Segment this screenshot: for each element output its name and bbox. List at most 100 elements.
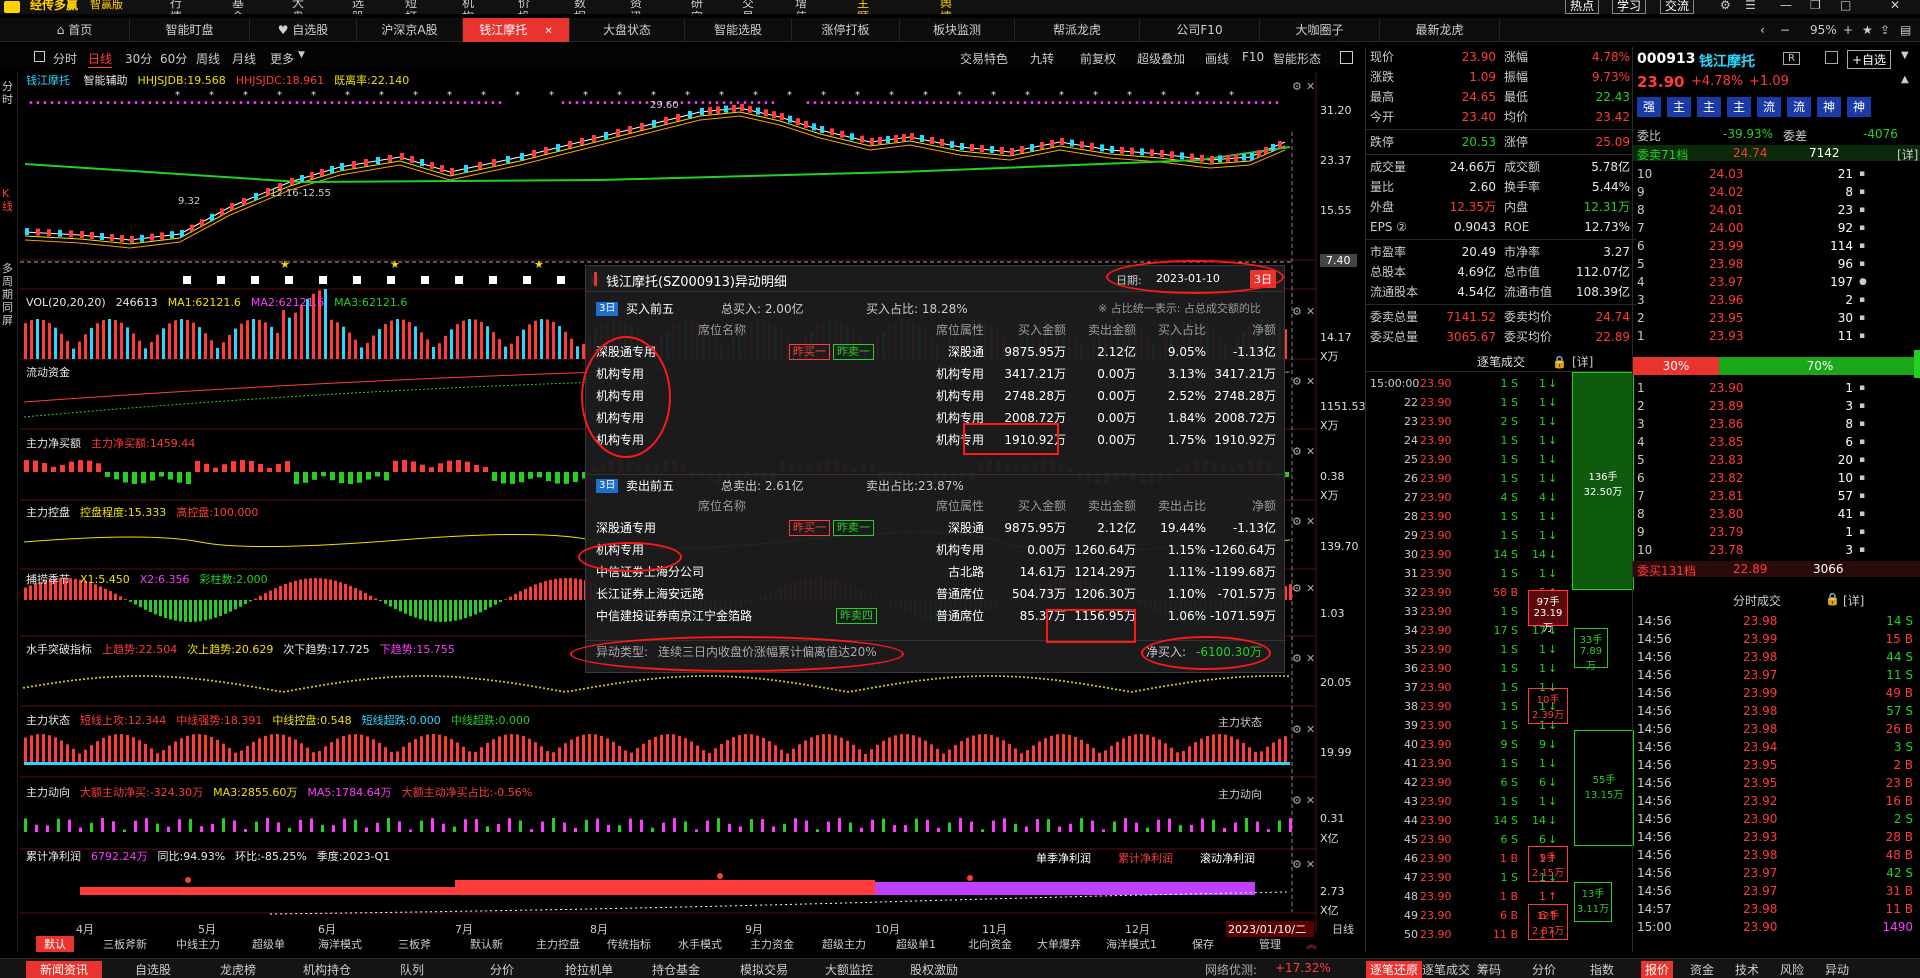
seat-row[interactable]: 机构专用 机构专用 2008.72万 0.00万 1.84% 2008.72万	[586, 407, 1286, 429]
template-tab-9[interactable]: 水手模式	[678, 936, 722, 952]
panel-tab-6[interactable]: 资金	[1690, 961, 1714, 978]
seat-row[interactable]: 机构专用 机构专用 3417.21万 0.00万 3.13% 3417.21万	[586, 363, 1286, 385]
pane-close-icon[interactable]: ✕	[1306, 445, 1315, 458]
tick-cluster-block[interactable]: 136手 32.50万	[1572, 372, 1634, 590]
menu-learn-button[interactable]: 学习	[1612, 0, 1647, 14]
strength-tag[interactable]: 神	[1847, 97, 1871, 117]
tab-0[interactable]: ⌂ 首页	[20, 18, 130, 42]
menu-exchange-button[interactable]: 交流	[1660, 0, 1695, 14]
panel-tab-7[interactable]: 技术	[1735, 961, 1759, 978]
zoom-minus-icon[interactable]: −	[1780, 23, 1790, 37]
template-tab-4[interactable]: 海洋模式	[318, 936, 362, 952]
chevron-up-icon[interactable]: ︽	[1306, 936, 1317, 952]
seat-row[interactable]: 机构专用 机构专用 2748.28万 0.00万 2.52% 2748.28万	[586, 385, 1286, 407]
strength-tag[interactable]: 流	[1787, 97, 1811, 117]
window-icon[interactable]	[1825, 51, 1838, 64]
seat-row[interactable]: 深股通专用 昨买一 昨卖一 深股通 9875.95万 2.12亿 9.05% -1.13亿	[586, 341, 1286, 363]
tab-3[interactable]: 沪深京A股	[357, 18, 463, 42]
pane-settings-icon[interactable]: ⚙	[1292, 582, 1302, 595]
template-tab-5[interactable]: 三板斧	[398, 936, 431, 952]
menu-item-13[interactable]: 舆情猎手	[940, 0, 952, 14]
status-tab-3[interactable]: 机构持仓	[303, 961, 351, 978]
status-tab-0[interactable]: 新闻资讯	[26, 961, 103, 978]
pane-close-icon[interactable]: ✕	[1306, 305, 1315, 318]
menu-item-7[interactable]: 数据	[574, 0, 586, 14]
menu-item-0[interactable]: 行情	[170, 0, 182, 14]
layout-icon[interactable]: ▤	[1900, 23, 1911, 37]
tab-7[interactable]: 涨停打板	[792, 18, 900, 42]
template-tab-10[interactable]: 主力资金	[750, 936, 794, 952]
lock-icon[interactable]: 🔒	[1825, 592, 1840, 606]
status-tab-10[interactable]: 股权激励	[910, 961, 958, 978]
book-scrollbar[interactable]	[1914, 350, 1920, 378]
panel-tab-2[interactable]: 筹码	[1477, 961, 1501, 978]
tab-4[interactable]: 钱江摩托 ✕	[463, 18, 570, 42]
ask-row[interactable]: 6 23.99 114 ▪	[1633, 237, 1920, 255]
template-tab-7[interactable]: 主力控盘	[536, 936, 580, 952]
period-minute[interactable]: 分时	[53, 50, 77, 67]
template-tab-11[interactable]: 超级主力	[822, 936, 866, 952]
f10-button[interactable]: F10	[1242, 50, 1264, 64]
seat-row[interactable]: 中信建投证券南京江宁金箔路 昨卖四 普通席位 85.37万 1156.95万 1.06% -…	[586, 605, 1286, 627]
tab-5[interactable]: 大盘状态	[570, 18, 685, 42]
pane-settings-icon[interactable]: ⚙	[1292, 515, 1302, 528]
pane-close-icon[interactable]: ✕	[1306, 652, 1315, 665]
status-tab-8[interactable]: 模拟交易	[740, 961, 788, 978]
tab-12[interactable]: 最新龙虎	[1380, 18, 1500, 42]
star-icon[interactable]: ★	[1862, 23, 1873, 37]
pane-close-icon[interactable]: ✕	[1306, 858, 1315, 871]
pane-settings-icon[interactable]: ⚙	[1292, 80, 1302, 93]
period-month[interactable]: 月线	[232, 50, 256, 67]
tick-cluster-block[interactable]: 12手 2.87万	[1528, 904, 1568, 940]
ask-row[interactable]: 10 24.03 21 ▪	[1633, 165, 1920, 183]
minimize-icon[interactable]: —	[1780, 0, 1792, 12]
profit-mode-button-0[interactable]: 单季净利润	[1036, 850, 1091, 866]
panel-toggle-icon[interactable]	[34, 51, 45, 62]
menu-item-8[interactable]: 资讯	[630, 0, 642, 14]
tab-2[interactable]: ♥ 自选股	[250, 18, 357, 42]
tab-9[interactable]: 帮派龙虎	[1015, 18, 1140, 42]
template-tab-14[interactable]: 大单爆弃	[1037, 936, 1081, 952]
pane-close-icon[interactable]: ✕	[1306, 794, 1315, 807]
seat-row[interactable]: 机构专用 机构专用 0.00万 1260.64万 1.15% -1260.64万	[586, 539, 1286, 561]
seat-history-badge[interactable]: 昨卖四	[836, 608, 877, 624]
status-tab-2[interactable]: 龙虎榜	[220, 961, 256, 978]
pane-settings-icon[interactable]: ⚙	[1292, 794, 1302, 807]
menu-item-12[interactable]: 主题猎手	[857, 0, 869, 14]
template-tab-13[interactable]: 北向资金	[968, 936, 1012, 952]
chevron-left-icon[interactable]: ‹	[1760, 23, 1765, 37]
status-tab-4[interactable]: 队列	[400, 961, 424, 978]
tick-cluster-block[interactable]: 13手 3.11万	[1574, 882, 1612, 922]
menu-item-11[interactable]: 增值	[795, 0, 807, 14]
pane-settings-icon[interactable]: ⚙	[1292, 652, 1302, 665]
bid-row[interactable]: 3 23.86 8 ▪	[1633, 415, 1920, 433]
seat-history-badge[interactable]: 昨买一	[789, 344, 830, 360]
template-tab-1[interactable]: 三板斧新	[103, 936, 147, 952]
template-tab-8[interactable]: 传统指标	[607, 936, 651, 952]
menu-item-2[interactable]: 大盘	[292, 0, 304, 14]
ask-row[interactable]: 3 23.96 2 ▪	[1633, 291, 1920, 309]
template-tab-17[interactable]: 管理	[1259, 936, 1281, 952]
seat-row[interactable]: 深股通专用 昨买一 昨卖一 深股通 9875.95万 2.12亿 19.44% -1.13亿	[586, 517, 1286, 539]
menu-item-10[interactable]: 交易	[742, 0, 754, 14]
settings-icon[interactable]: ⚙	[1720, 0, 1731, 12]
tab-6[interactable]: 智能选股	[685, 18, 792, 42]
ask-row[interactable]: 9 24.02 8 ▪	[1633, 183, 1920, 201]
ask-detail-link[interactable]: [详]	[1897, 146, 1918, 163]
period-60m[interactable]: 60分	[160, 50, 187, 67]
minute-detail-link[interactable]: [详]	[1843, 592, 1864, 609]
template-tab-2[interactable]: 中线主力	[176, 936, 220, 952]
ask-row[interactable]: 1 23.93 11 ▪	[1633, 327, 1920, 345]
skin-icon[interactable]: ☰	[1745, 0, 1756, 12]
panel-tab-1[interactable]: 逐笔成交	[1422, 961, 1470, 978]
pane-close-icon[interactable]: ✕	[1306, 80, 1315, 93]
overlay-menu[interactable]: 超级叠加	[1137, 50, 1185, 67]
strength-tag[interactable]: 流	[1757, 97, 1781, 117]
bid-row[interactable]: 10 23.78 3 ▪	[1633, 541, 1920, 559]
seat-row[interactable]: 机构专用 机构专用 1910.92万 0.00万 1.75% 1910.92万	[586, 429, 1286, 451]
template-tab-3[interactable]: 超级单	[252, 936, 285, 952]
seat-history-badge[interactable]: 昨卖一	[833, 344, 874, 360]
zoom-plus-icon[interactable]: +	[1843, 23, 1853, 37]
strength-tag[interactable]: 主	[1697, 97, 1721, 117]
maximize-icon[interactable]: □	[1840, 0, 1851, 12]
